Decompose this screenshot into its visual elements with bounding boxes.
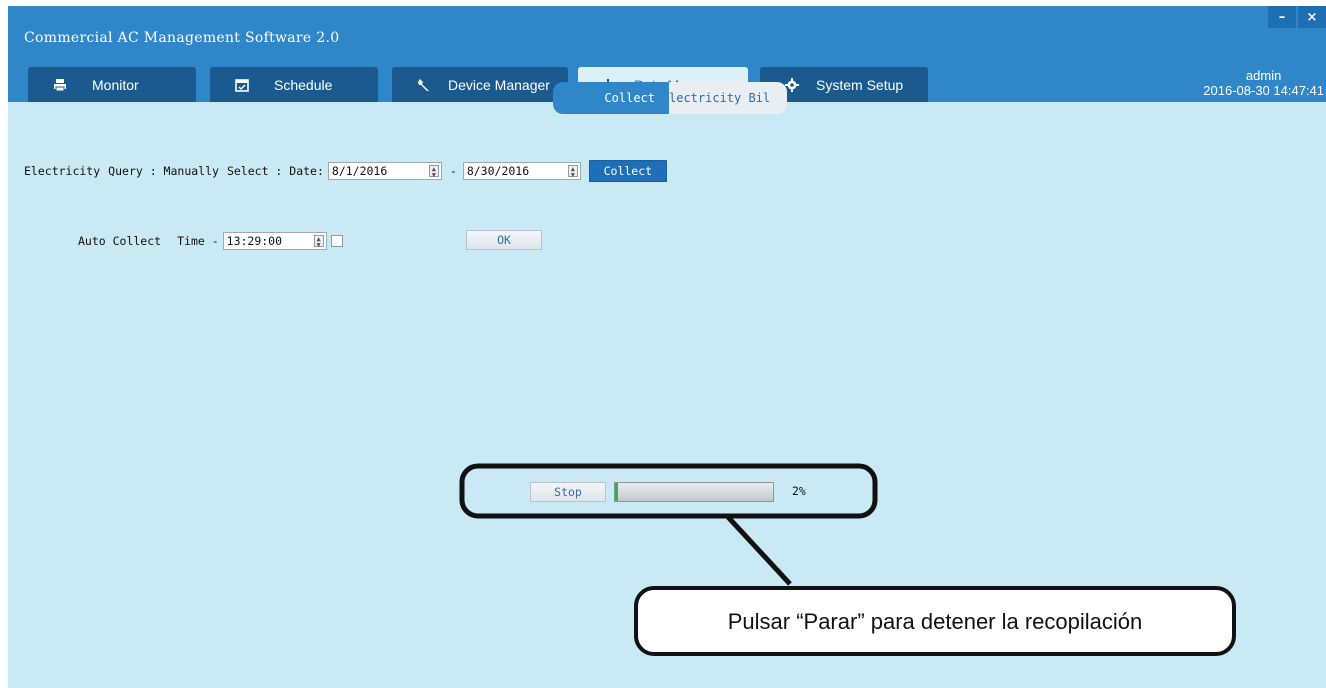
annotation-overlay: [459, 463, 1236, 656]
callout-pointer: [726, 515, 792, 586]
highlight-box: [459, 463, 878, 519]
callout-text: Pulsar “Parar” para detener la recopilac…: [727, 609, 1143, 634]
